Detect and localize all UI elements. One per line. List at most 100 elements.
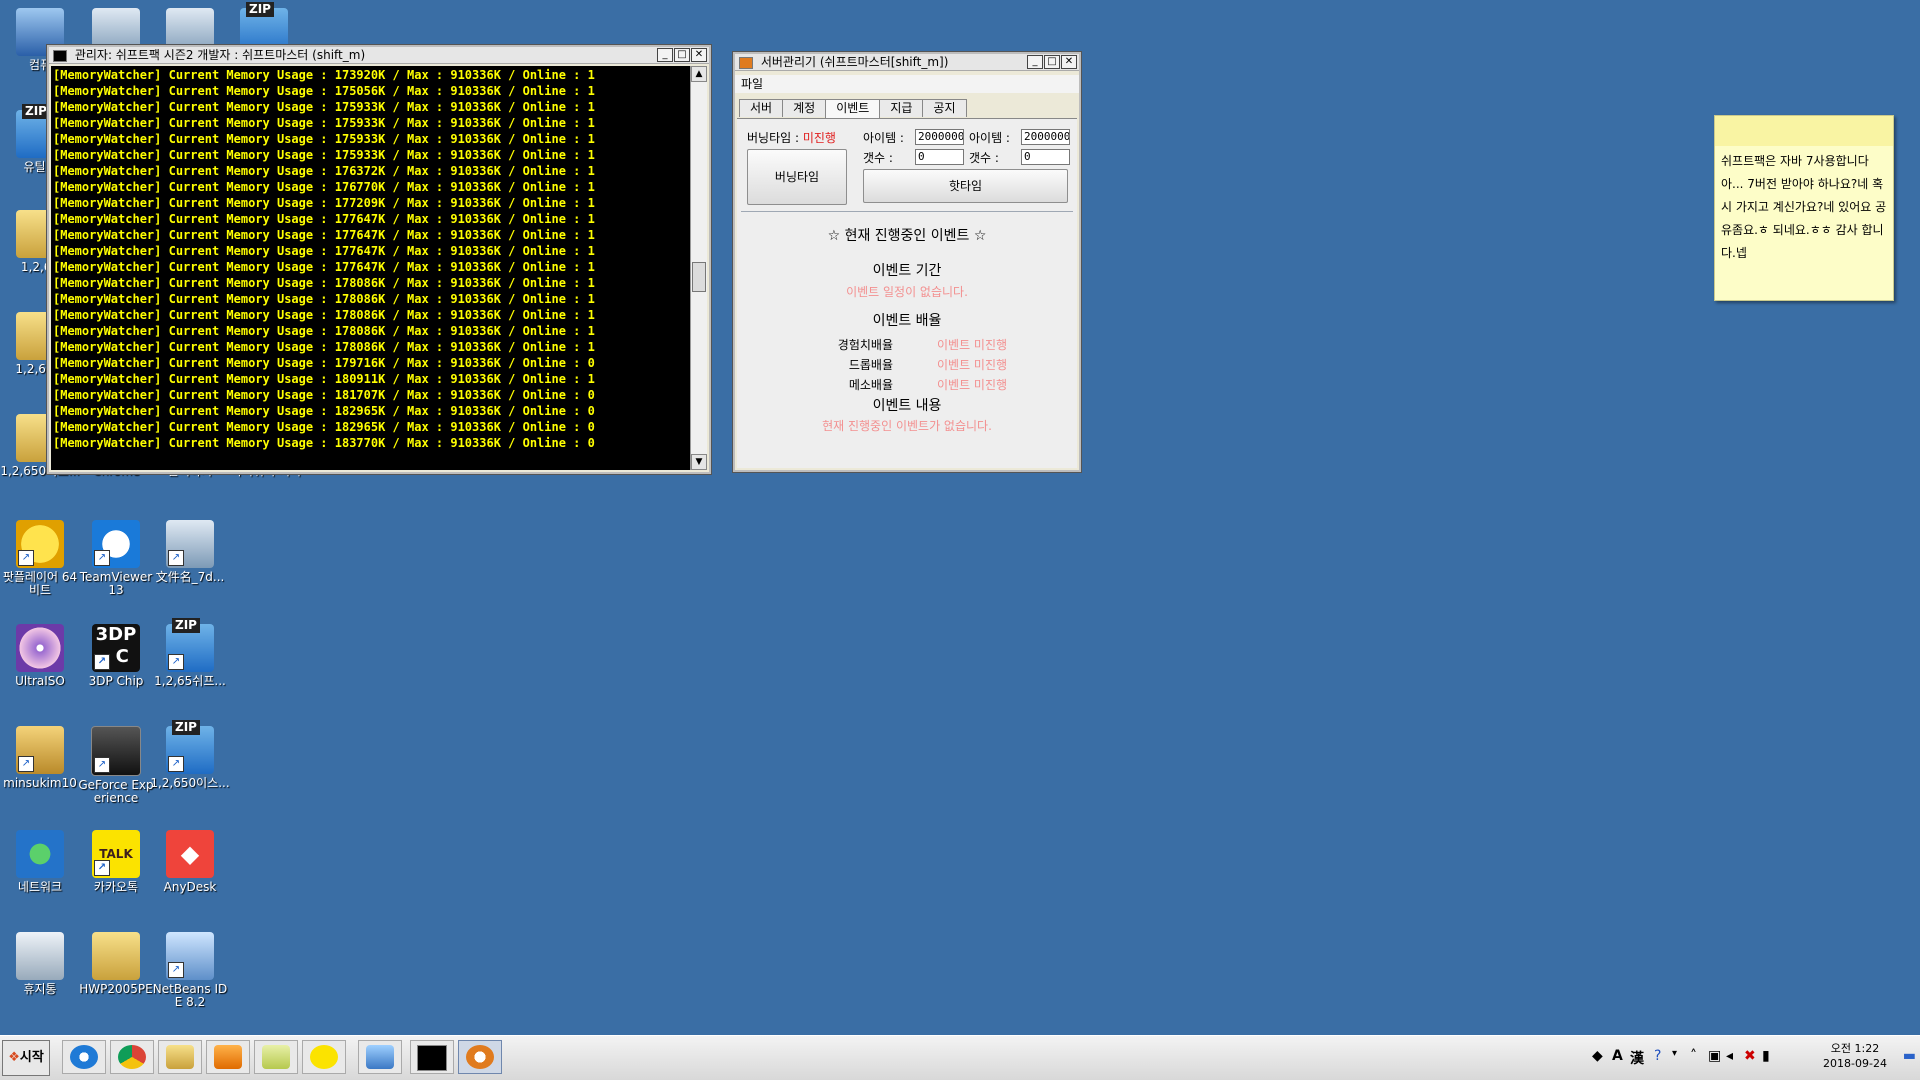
ime-hanja[interactable]: 漢 xyxy=(1630,1048,1644,1068)
desktop-icon-zip-12650is[interactable]: ↗ 1,2,650이스... xyxy=(150,720,230,790)
desktop-icon-label: 1,2,65쉬프... xyxy=(154,674,226,688)
system-tray: ◆ A 漢 ? ▾ ˄ ▣ ◂ ✖ ▮ 오전 1:22 2018-09-24 ▬ xyxy=(1590,1036,1920,1080)
item-input-2[interactable]: 2000000 xyxy=(1021,129,1070,145)
desktop-icon-minsukim[interactable]: ↗ minsukim10 xyxy=(0,726,80,790)
desktop-icon-zip-1265shift[interactable]: ↗ 1,2,65쉬프... xyxy=(150,618,230,688)
console-output[interactable]: [MemoryWatcher] Current Memory Usage : 1… xyxy=(51,66,691,470)
console-line: [MemoryWatcher] Current Memory Usage : 1… xyxy=(53,276,595,290)
close-button[interactable]: ✕ xyxy=(691,48,707,62)
net-icon xyxy=(16,830,64,878)
current-event-heading: ☆ 현재 진행중인 이벤트 ☆ xyxy=(827,228,987,244)
desktop-icon-label: 1,2,650이스... xyxy=(150,776,230,790)
taskbar-folders[interactable] xyxy=(254,1040,298,1074)
taskbar-media-player[interactable] xyxy=(206,1040,250,1074)
taskbar-explorer[interactable] xyxy=(158,1040,202,1074)
console-line: [MemoryWatcher] Current Memory Usage : 1… xyxy=(53,196,595,210)
sticky-note[interactable]: 쉬프트팩은 자바 7사용합니다 아... 7버전 받아야 하나요?네 혹시 가지… xyxy=(1714,115,1894,301)
console-line: [MemoryWatcher] Current Memory Usage : 1… xyxy=(53,340,595,354)
maximize-button[interactable]: □ xyxy=(1044,55,1060,69)
hot-time-button[interactable]: 핫타임 xyxy=(863,169,1068,203)
maximize-button[interactable]: □ xyxy=(674,48,690,62)
taskbar-flashget[interactable] xyxy=(358,1040,402,1074)
close-button[interactable]: ✕ xyxy=(1061,55,1077,69)
tab-2[interactable]: 이벤트 xyxy=(825,99,881,118)
folders-icon xyxy=(262,1045,290,1069)
media-player-icon xyxy=(214,1045,242,1069)
event-content-heading: 이벤트 내용 xyxy=(872,398,942,414)
show-hidden-icons-icon[interactable]: ˄ xyxy=(1690,1048,1697,1064)
tab-1[interactable]: 계정 xyxy=(782,99,827,117)
scroll-down-arrow-icon[interactable]: ▼ xyxy=(691,454,707,470)
show-desktop-icon[interactable]: ▬ xyxy=(1903,1048,1916,1064)
tab-0[interactable]: 서버 xyxy=(739,99,784,117)
rate-value: 이벤트 미진행 xyxy=(937,358,1008,372)
console-line: [MemoryWatcher] Current Memory Usage : 1… xyxy=(53,308,595,322)
action-center-icon[interactable]: ✖ xyxy=(1744,1048,1756,1064)
taskbar-java-app[interactable] xyxy=(458,1040,502,1074)
desktop-icon-ultraiso[interactable]: UltraISO xyxy=(0,624,80,688)
menu-file[interactable]: 파일 xyxy=(741,77,763,91)
network-signal-icon[interactable]: ▮ xyxy=(1762,1048,1770,1064)
clock-time: 오전 1:22 xyxy=(1830,1042,1880,1055)
language-bar-icon[interactable]: ◆ xyxy=(1592,1048,1603,1064)
minimize-button[interactable]: _ xyxy=(1027,55,1043,69)
desktop-icon-recycle[interactable]: 휴지통 xyxy=(0,932,80,996)
count-input-2[interactable]: 0 xyxy=(1021,149,1070,165)
taskbar-console[interactable] xyxy=(410,1040,454,1074)
tab-3[interactable]: 지급 xyxy=(879,99,924,117)
desktop-icon-label: 카카오톡 xyxy=(93,880,139,894)
taskbar-chrome[interactable] xyxy=(110,1040,154,1074)
disc-icon xyxy=(16,624,64,672)
desktop-icon-kakaotalk[interactable]: TALK ↗ 카카오톡 xyxy=(76,830,156,894)
count-label-2: 갯수 : xyxy=(969,151,999,165)
volume-icon[interactable]: ◂ xyxy=(1726,1048,1733,1064)
sticky-note-header[interactable] xyxy=(1715,116,1893,146)
event-period-value: 이벤트 일정이 없습니다. xyxy=(846,285,968,299)
user-icon: ↗ xyxy=(16,726,64,774)
shortcut-arrow-icon: ↗ xyxy=(94,860,110,876)
desktop-icon-geforce[interactable]: ↗ GeForce Experience xyxy=(76,726,156,805)
scroll-up-arrow-icon[interactable]: ▲ xyxy=(691,66,707,82)
console-line: [MemoryWatcher] Current Memory Usage : 1… xyxy=(53,228,595,242)
count-input-1[interactable]: 0 xyxy=(915,149,964,165)
desktop-icon-network[interactable]: 네트워크 xyxy=(0,830,80,894)
zip-icon: ↗ xyxy=(166,720,214,774)
desktop-icon-3dpchip[interactable]: 3DP C ↗ 3DP Chip xyxy=(76,624,156,688)
play-icon: ↗ xyxy=(16,520,64,568)
shortcut-arrow-icon: ↗ xyxy=(168,756,184,772)
burning-time-button[interactable]: 버닝타임 xyxy=(747,149,847,205)
section-divider xyxy=(741,211,1073,212)
desktop-icon-teamviewer[interactable]: ↗ TeamViewer 13 xyxy=(76,520,156,597)
console-line: [MemoryWatcher] Current Memory Usage : 1… xyxy=(53,404,595,418)
desktop-icon-hwp2005[interactable]: HWP2005PE xyxy=(76,932,156,996)
minimize-button[interactable]: _ xyxy=(657,48,673,62)
server-manager-window[interactable]: 서버관리기 (쉬프트마스터[shift_m]) _ □ ✕ 파일 서버 계정 이벤트 지급… xyxy=(733,52,1081,472)
clock[interactable]: 오전 1:22 2018-09-24 xyxy=(1820,1041,1890,1071)
event-content-value: 현재 진행중인 이벤트가 없습니다. xyxy=(822,419,992,433)
console-scrollbar[interactable]: ▲ ▼ xyxy=(690,66,707,470)
desktop-icon-anydesk[interactable]: ◆ AnyDesk xyxy=(150,830,230,894)
ime-mode-a[interactable]: A xyxy=(1612,1048,1623,1064)
desktop-icon-potplayer[interactable]: ↗ 팟플레이어 64 비트 xyxy=(0,520,80,597)
desktop-icon-netbeans[interactable]: ↗ NetBeans IDE 8.2 xyxy=(150,932,230,1009)
desktop-icon-label: 팟플레이어 64 비트 xyxy=(2,570,78,597)
sticky-note-text[interactable]: 쉬프트팩은 자바 7사용합니다 아... 7버전 받아야 하나요?네 혹시 가지… xyxy=(1715,146,1893,269)
desktop-icon-filename7d[interactable]: ↗ 文件名_7d... xyxy=(150,520,230,584)
item-input-1[interactable]: 2000000 xyxy=(915,129,964,145)
rate-label: 메소배율 xyxy=(848,378,893,392)
desktop-icon-label: 文件名_7d... xyxy=(155,570,225,584)
tv-icon: ↗ xyxy=(92,520,140,568)
scroll-thumb[interactable] xyxy=(692,262,706,292)
any-icon: ◆ xyxy=(166,830,214,878)
taskbar-kakaotalk[interactable] xyxy=(302,1040,346,1074)
server-manager-titlebar[interactable]: 서버관리기 (쉬프트마스터[shift_m]) _ □ ✕ xyxy=(735,54,1079,71)
event-rates-heading: 이벤트 배율 xyxy=(872,313,942,329)
start-button[interactable]: ❖시작 xyxy=(2,1040,50,1076)
ime-options-icon[interactable]: ▾ xyxy=(1672,1048,1677,1059)
taskbar-internet-explorer[interactable] xyxy=(62,1040,106,1074)
tab-4[interactable]: 공지 xyxy=(922,99,967,117)
console-window[interactable]: 관리자: 쉬프트팩 시즌2 개발자 : 쉬프트마스터 (shift_m) _ □ ✕… xyxy=(47,45,711,474)
help-icon[interactable]: ? xyxy=(1654,1048,1661,1064)
device-icon[interactable]: ▣ xyxy=(1708,1048,1721,1064)
console-titlebar[interactable]: 관리자: 쉬프트팩 시즌2 개발자 : 쉬프트마스터 (shift_m) _ □ ✕ xyxy=(49,47,709,64)
